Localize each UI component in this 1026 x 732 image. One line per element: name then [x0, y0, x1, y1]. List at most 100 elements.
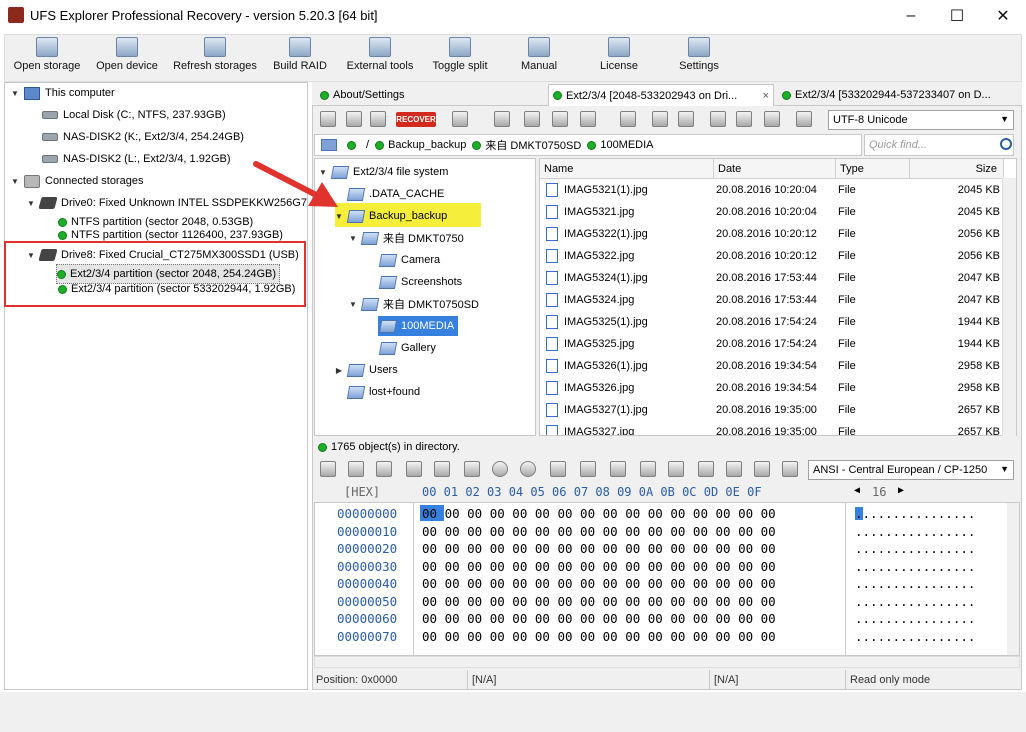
hex-find-icon[interactable] [464, 461, 480, 477]
edit-icon[interactable] [782, 461, 798, 477]
copy-icon[interactable] [552, 111, 568, 127]
expand-arrow-icon[interactable]: ▼ [334, 212, 344, 221]
block-icon[interactable] [698, 461, 714, 477]
hex-save-icon[interactable] [320, 461, 336, 477]
manual-button[interactable]: Manual [513, 37, 565, 81]
minimize-button[interactable]: – [888, 0, 934, 32]
folder-node-lost-found[interactable]: lost+found [346, 382, 420, 402]
forward-icon[interactable] [520, 461, 536, 477]
goto-icon[interactable] [550, 461, 566, 477]
folder-node-dmkt0750[interactable]: ▼ 来自 DMKT0750 [348, 228, 464, 248]
breadcrumb-item[interactable]: Backup_backup [388, 139, 466, 151]
find-icon[interactable] [370, 111, 386, 127]
refresh-storages-button[interactable]: Refresh storages [169, 37, 261, 81]
folder-node-data-cache[interactable]: .DATA_CACHE [346, 184, 444, 204]
license-button[interactable]: License [593, 37, 645, 81]
expand-arrow-icon[interactable]: ▼ [10, 89, 20, 98]
table-row[interactable]: IMAG5321.jpg 20.08.2016 10:20:04 File 2045 … [540, 202, 1000, 224]
tree-node-nas-disk2-l[interactable]: NAS-DISK2 (L:, Ext2/3/4, 1.92GB) [42, 149, 231, 169]
bookmark2-icon[interactable] [668, 461, 684, 477]
open-storage-button[interactable]: Open storage [13, 37, 81, 81]
breadcrumb-item[interactable]: 100MEDIA [600, 139, 653, 151]
search-icon[interactable] [1000, 138, 1012, 150]
back-icon[interactable] [492, 461, 508, 477]
open-device-button[interactable]: Open device [93, 37, 161, 81]
hex-horizontal-scrollbar[interactable] [314, 656, 1020, 668]
save-icon[interactable] [320, 111, 336, 127]
maximize-button[interactable]: ☐ [934, 0, 980, 32]
tab-ext-partition-1[interactable]: Ext2/3/4 [2048-533202943 on Dri... × [548, 84, 774, 106]
table-row[interactable]: IMAG5326.jpg 20.08.2016 19:34:54 File 2958 … [540, 378, 1000, 400]
hex-scrollbar[interactable] [1007, 503, 1019, 655]
expand-arrow-icon[interactable]: ▼ [348, 300, 358, 309]
external-tools-button[interactable]: External tools [343, 37, 417, 81]
sector-icon[interactable] [580, 461, 596, 477]
table-row[interactable]: IMAG5324.jpg 20.08.2016 17:53:44 File 2047 … [540, 290, 1000, 312]
tree-node-connected-storages[interactable]: ▼ Connected storages [10, 171, 143, 191]
table-row[interactable]: IMAG5322.jpg 20.08.2016 10:20:12 File 2056 … [540, 246, 1000, 268]
breadcrumb-root[interactable]: / [366, 139, 369, 151]
tree-node-this-computer[interactable]: ▼ This computer [10, 83, 115, 103]
table-row[interactable]: IMAG5321(1).jpg 20.08.2016 10:20:04 File 20… [540, 180, 1000, 202]
tree-node-local-disk-c[interactable]: Local Disk (C:, NTFS, 237.93GB) [42, 105, 226, 125]
column-header-size[interactable]: Size [910, 159, 1004, 179]
prev-icon[interactable] [494, 111, 510, 127]
hex-paste2-icon[interactable] [434, 461, 450, 477]
sector2-icon[interactable] [610, 461, 626, 477]
expand-arrow-icon[interactable]: ▼ [26, 199, 36, 208]
folder-node-gallery[interactable]: Gallery [378, 338, 436, 358]
tab-close-icon[interactable]: × [763, 90, 769, 102]
block2-icon[interactable] [726, 461, 742, 477]
column-header-date[interactable]: Date [714, 159, 836, 179]
tab-about-settings[interactable]: About/Settings [316, 84, 546, 106]
hex-editor[interactable]: 00000000 00 00 00 00 00 00 00 00 00 00 00… [314, 502, 1020, 656]
scan-icon[interactable] [710, 111, 726, 127]
settings-button[interactable]: Settings [673, 37, 725, 81]
column-header-type[interactable]: Type [836, 159, 910, 179]
recover-button[interactable]: RECOVER [396, 112, 436, 127]
bookmark-icon[interactable] [640, 461, 656, 477]
gear-icon[interactable] [652, 111, 668, 127]
hex-copy2-icon[interactable] [376, 461, 392, 477]
encoding-select[interactable]: UTF-8 Unicode ▼ [828, 110, 1014, 130]
folder-node-screenshots[interactable]: Screenshots [378, 272, 462, 292]
table-row[interactable]: IMAG5325(1).jpg 20.08.2016 17:54:24 File 19… [540, 312, 1000, 334]
folder-node-dmkt0750sd[interactable]: ▼ 来自 DMKT0750SD [348, 294, 479, 314]
tree-node-drive0-partition-2[interactable]: NTFS partition (sector 1126400, 237.93GB… [58, 228, 283, 242]
wand-icon[interactable] [620, 111, 636, 127]
close-button[interactable]: ✕ [980, 0, 1026, 32]
hex-paste-icon[interactable] [406, 461, 422, 477]
tree-node-nas-disk2-k[interactable]: NAS-DISK2 (K:, Ext2/3/4, 254.24GB) [42, 127, 244, 147]
expand-arrow-icon[interactable]: ▼ [348, 234, 358, 243]
folder-node-camera[interactable]: Camera [378, 250, 440, 270]
folder-node-backup[interactable]: ▼ Backup_backup [334, 206, 447, 226]
select-icon[interactable] [524, 111, 540, 127]
hex-copy-icon[interactable] [348, 461, 364, 477]
expand-arrow-icon[interactable]: ▼ [10, 177, 20, 186]
table-row[interactable]: IMAG5324(1).jpg 20.08.2016 17:53:44 File 20… [540, 268, 1000, 290]
print-icon[interactable] [796, 111, 812, 127]
toggle-split-button[interactable]: Toggle split [429, 37, 491, 81]
export-icon[interactable] [678, 111, 694, 127]
expand-arrow-icon[interactable]: ▼ [318, 168, 328, 177]
table-row[interactable]: IMAG5325.jpg 20.08.2016 17:54:24 File 1944 … [540, 334, 1000, 356]
folder-node-users[interactable]: ▶ Users [334, 360, 398, 380]
table-row[interactable]: IMAG5322(1).jpg 20.08.2016 10:20:12 File 20… [540, 224, 1000, 246]
table-row[interactable]: IMAG5327.jpg 20.08.2016 19:35:00 File 2657 … [540, 422, 1000, 435]
hex-encoding-select[interactable]: ANSI - Central European / CP-1250 ▼ [808, 460, 1014, 480]
tree-node-drive0[interactable]: ▼ Drive0: Fixed Unknown INTEL SSDPEKKW256… [26, 193, 307, 213]
column-header-name[interactable]: Name [540, 159, 714, 179]
next-width-icon[interactable]: ▶ [898, 485, 904, 496]
breadcrumb-item[interactable]: 来自 DMKT0750SD [485, 137, 581, 153]
view-icon[interactable] [452, 111, 468, 127]
tab-ext-partition-2[interactable]: Ext2/3/4 [533202944-537233407 on D... [778, 84, 1018, 106]
folder-node-root[interactable]: ▼ Ext2/3/4 file system [318, 162, 448, 182]
expand-arrow-icon[interactable]: ▶ [334, 366, 344, 375]
list-icon[interactable] [736, 111, 752, 127]
folder-node-100media[interactable]: 100MEDIA [378, 316, 454, 336]
table-row[interactable]: IMAG5327(1).jpg 20.08.2016 19:35:00 File 26… [540, 400, 1000, 422]
build-raid-button[interactable]: Build RAID [269, 37, 331, 81]
columns-icon[interactable] [580, 111, 596, 127]
sync-icon[interactable] [754, 461, 770, 477]
table-row[interactable]: IMAG5326(1).jpg 20.08.2016 19:34:54 File 29… [540, 356, 1000, 378]
